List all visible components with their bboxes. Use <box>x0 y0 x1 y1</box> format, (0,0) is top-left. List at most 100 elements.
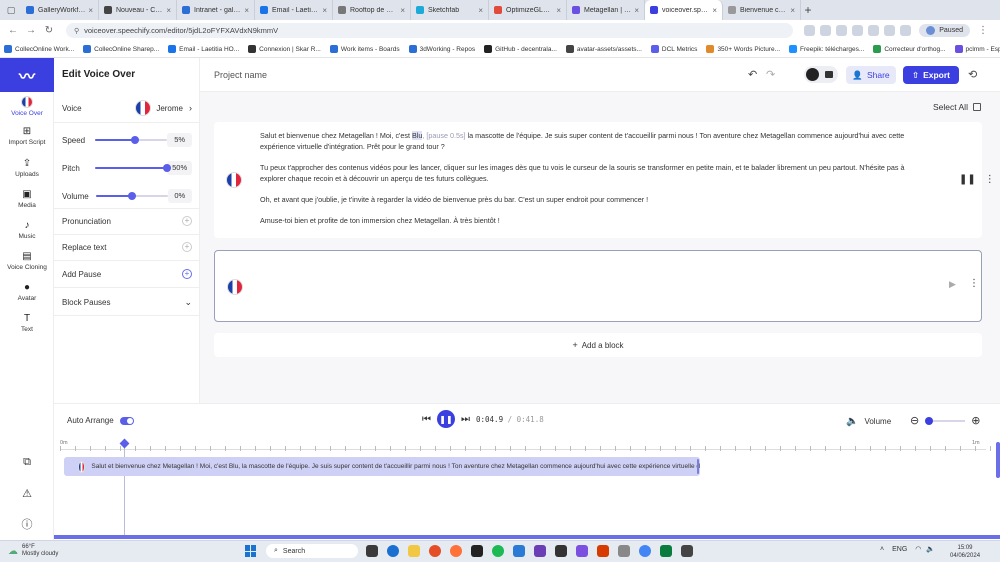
browser-tab[interactable]: GalleryWorkflow.ui...× <box>21 0 99 20</box>
skip-back-icon[interactable]: ⏮ <box>422 414 431 425</box>
speed-slider[interactable] <box>95 134 168 146</box>
clip-resize-handle[interactable] <box>697 459 699 474</box>
speed-slider-knob[interactable] <box>130 136 139 144</box>
zoom-slider-knob[interactable] <box>925 416 934 425</box>
browser-tab[interactable]: Email - Laetitia HO...× <box>255 0 333 20</box>
browser-tab[interactable]: OptimizeGLB - Con...× <box>489 0 567 20</box>
app-icon[interactable] <box>555 545 567 557</box>
volume-slider-knob[interactable] <box>127 192 136 200</box>
extension-icon[interactable] <box>836 25 848 36</box>
rail-item-voice-over[interactable]: Voice Over <box>0 96 54 117</box>
app-icon[interactable] <box>534 545 546 557</box>
rail-item-uploads[interactable]: ⇪ Uploads <box>0 158 54 178</box>
more-options-icon[interactable]: ⋮ <box>969 278 979 289</box>
browser-tab[interactable]: Intranet - gallerie...× <box>177 0 255 20</box>
pitch-slider[interactable] <box>94 162 172 174</box>
reload-icon[interactable]: ↻ <box>42 25 56 36</box>
taskbar-search[interactable]: ⌕ Search <box>266 544 358 558</box>
extension-icon[interactable] <box>884 25 896 36</box>
project-name-input[interactable]: Project name <box>214 70 267 80</box>
bookmark-item[interactable]: Email - Laetitia HO... <box>168 45 239 53</box>
wifi-icon[interactable]: ◠ <box>915 545 921 553</box>
volume-button[interactable]: 🔈 Volume <box>846 416 891 427</box>
rail-item-music[interactable]: ♪ Music <box>0 220 54 240</box>
close-icon[interactable]: × <box>322 6 327 15</box>
volume-slider[interactable] <box>96 190 168 202</box>
flag-icon[interactable] <box>227 279 243 295</box>
extension-icon[interactable] <box>900 25 912 36</box>
clock[interactable]: 15:09 04/06/2024 <box>950 544 980 560</box>
app-icon[interactable] <box>408 545 420 557</box>
captions-icon[interactable]: ⧉ <box>0 456 54 469</box>
empty-voice-block[interactable]: ▶ ⋮ <box>214 250 982 322</box>
app-icon[interactable] <box>639 545 651 557</box>
more-options-icon[interactable]: ⋮ <box>985 174 995 185</box>
block-text[interactable]: Salut et bienvenue chez Metagellan ! Moi… <box>260 130 930 236</box>
zoom-slider[interactable] <box>925 416 966 425</box>
browser-tab[interactable]: voiceover.spee... × <box>645 0 723 20</box>
extension-icon[interactable] <box>820 25 832 36</box>
rail-item-import-script[interactable]: ⊞ Import Script <box>0 126 54 146</box>
app-icon[interactable] <box>429 545 441 557</box>
block-pauses-row[interactable]: Block Pauses ⌄ <box>62 297 192 308</box>
language-indicator[interactable]: ENG <box>892 546 907 553</box>
rail-item-avatar[interactable]: ● Avatar <box>0 282 54 302</box>
select-all-checkbox[interactable] <box>972 103 981 111</box>
bookmark-item[interactable]: Correcteur d'orthog... <box>873 45 946 53</box>
bookmark-item[interactable]: 350+ Words Picture... <box>706 45 780 53</box>
close-icon[interactable]: × <box>790 6 795 15</box>
auto-arrange-toggle[interactable] <box>119 416 134 425</box>
undo-icon[interactable]: ↶ <box>748 68 757 81</box>
feedback-icon[interactable]: ⚠ <box>0 487 54 500</box>
zoom-out-icon[interactable]: ⊖ <box>910 414 919 427</box>
profile-button[interactable]: Paused <box>919 24 970 37</box>
tab-actions-icon[interactable]: ▢ <box>4 3 18 17</box>
close-icon[interactable]: × <box>166 6 171 15</box>
rail-item-media[interactable]: ▣ Media <box>0 189 54 209</box>
zoom-in-icon[interactable]: ⊕ <box>971 414 980 427</box>
app-icon[interactable] <box>387 545 399 557</box>
bookmark-item[interactable]: CollecOnline Work... <box>4 45 74 53</box>
close-icon[interactable]: × <box>556 6 561 15</box>
forward-icon[interactable]: → <box>24 25 38 36</box>
extension-icon[interactable] <box>852 25 864 36</box>
flag-icon[interactable] <box>226 172 242 188</box>
add-replace-icon[interactable]: + <box>182 242 192 252</box>
chevron-up-icon[interactable]: ˄ <box>880 546 884 553</box>
vertical-scrollbar[interactable] <box>996 442 1000 478</box>
replace-text-row[interactable]: Replace text + <box>62 242 192 252</box>
app-icon[interactable] <box>471 545 483 557</box>
speechify-logo-icon[interactable]: 〰 <box>0 58 54 92</box>
speed-value[interactable]: 5% <box>167 133 192 147</box>
bookmark-item[interactable]: avatar-assets/assets... <box>565 45 642 53</box>
pause-icon[interactable]: ❚❚ <box>959 174 976 185</box>
bookmark-item[interactable]: pclmm - Espace sola... <box>954 45 1000 53</box>
history-icon[interactable]: ⟲ <box>968 68 977 81</box>
close-icon[interactable]: × <box>400 6 405 15</box>
redo-icon[interactable]: ↷ <box>766 68 775 81</box>
app-icon[interactable] <box>681 545 693 557</box>
browser-tab[interactable]: Bienvenue chez M...× <box>723 0 801 20</box>
voice-selector[interactable]: Voice Jerome › <box>62 100 192 116</box>
bookmark-item[interactable]: Freepik: télécharges... <box>789 45 864 53</box>
app-icon[interactable] <box>618 545 630 557</box>
app-icon[interactable] <box>492 545 504 557</box>
close-icon[interactable]: × <box>634 6 639 15</box>
app-icon[interactable] <box>450 545 462 557</box>
app-icon[interactable] <box>597 545 609 557</box>
bookmark-item[interactable]: DCL Metrics <box>650 45 697 53</box>
app-icon[interactable] <box>366 545 378 557</box>
add-pronunciation-icon[interactable]: + <box>182 216 192 226</box>
new-tab-button[interactable]: + <box>801 3 815 17</box>
skip-forward-icon[interactable]: ⏭ <box>461 414 470 425</box>
pause-tag[interactable]: , [pause 0.5s] <box>422 131 465 140</box>
app-icon[interactable] <box>660 545 672 557</box>
windows-start-icon[interactable] <box>245 545 257 557</box>
info-icon[interactable]: ⓘ <box>0 516 54 532</box>
horizontal-scrollbar[interactable] <box>54 535 1000 539</box>
bookmark-item[interactable]: Connexion | Skar R... <box>248 45 321 53</box>
browser-tab[interactable]: Metagellan | Créa...× <box>567 0 645 20</box>
timeline-clip[interactable]: Salut et bienvenue chez Metagellan ! Moi… <box>64 457 700 476</box>
export-button[interactable]: ⇧ Export <box>903 66 959 84</box>
add-pause-row[interactable]: Add Pause + <box>62 269 192 279</box>
